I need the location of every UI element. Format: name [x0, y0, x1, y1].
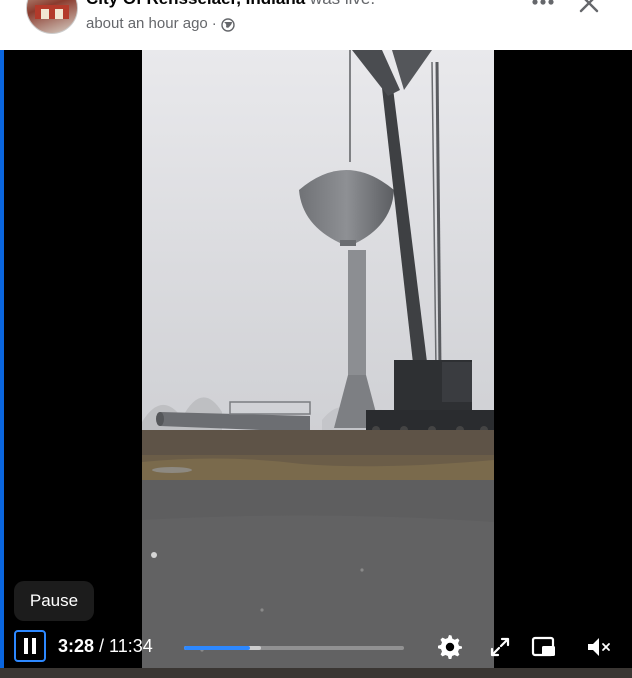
pause-icon	[24, 638, 28, 654]
current-time: 3:28	[58, 636, 95, 656]
video-frame	[142, 50, 494, 668]
video-controls: 3:28 / 11:34	[4, 626, 632, 668]
post-meta: about an hour ago ·	[86, 15, 235, 32]
close-icon[interactable]	[576, 0, 602, 16]
more-horizontal-icon[interactable]	[530, 0, 556, 12]
post-header: City Of Rensselaer, Indiana was live. ab…	[0, 0, 632, 50]
picture-in-picture-icon[interactable]	[530, 633, 558, 661]
fullscreen-icon[interactable]	[486, 633, 514, 661]
post-timestamp[interactable]: about an hour ago	[86, 15, 208, 32]
time-display: 3:28 / 11:34	[58, 636, 153, 657]
pause-tooltip: Pause	[14, 581, 94, 621]
pause-button[interactable]	[14, 630, 46, 662]
video-player[interactable]: Pause 3:28 / 11:34	[4, 50, 632, 668]
duration: 11:34	[109, 636, 153, 656]
meta-separator: ·	[211, 15, 217, 32]
gear-icon[interactable]	[436, 633, 464, 661]
globe-icon	[221, 17, 235, 32]
volume-muted-icon[interactable]	[584, 633, 612, 661]
live-status: was live.	[305, 0, 375, 8]
played-fill	[184, 646, 250, 650]
progress-bar[interactable]	[184, 646, 404, 650]
page-avatar[interactable]	[26, 0, 78, 34]
bottom-strip	[0, 668, 632, 678]
post-author-line: City Of Rensselaer, Indiana was live.	[86, 0, 375, 9]
author-name[interactable]: City Of Rensselaer, Indiana	[86, 0, 305, 8]
time-separator: /	[94, 636, 110, 656]
